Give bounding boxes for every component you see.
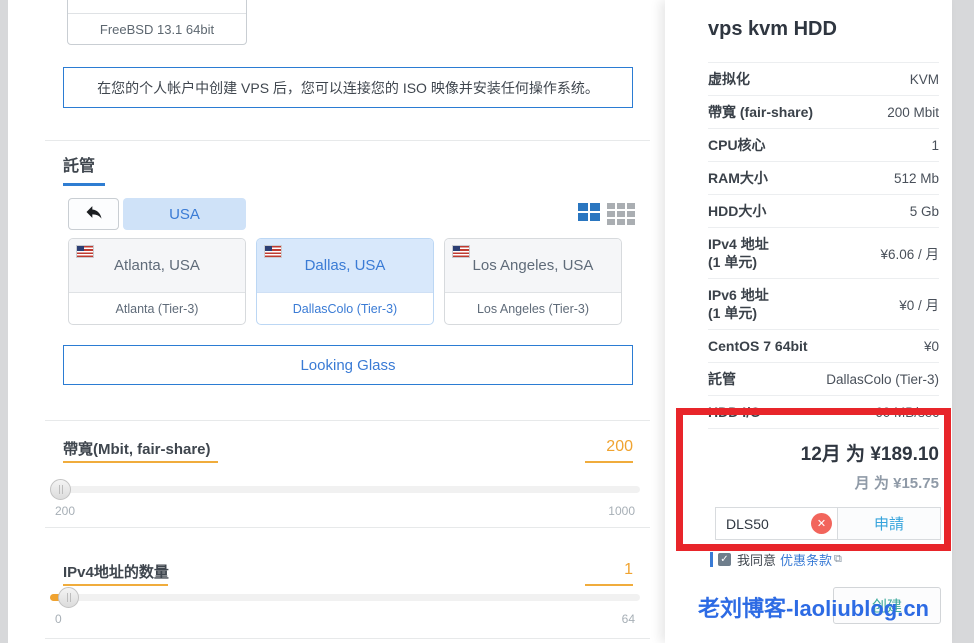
iso-info-text: 在您的个人帐户中创建 VPS 后，您可以连接您的 ISO 映像并安装任何操作系统…: [97, 78, 599, 98]
os-card-top: [68, 0, 246, 14]
summary-row: 帶寬 (fair-share)200 Mbit: [708, 95, 939, 128]
ipv4-slider-label: IPv4地址的数量: [63, 561, 169, 582]
us-flag-icon: [77, 246, 93, 257]
agree-accent-bar: [710, 552, 713, 567]
price-total: 12月 为 ¥189.10: [708, 439, 939, 466]
divider: [45, 140, 650, 141]
region-button-usa[interactable]: USA: [123, 198, 246, 230]
price-monthly: 月 为 ¥15.75: [708, 472, 939, 493]
location-card-dallas[interactable]: Dallas, USA DallasColo (Tier-3): [256, 238, 434, 325]
bandwidth-slider-label: 帶寬(Mbit, fair-share): [63, 438, 211, 459]
summary-row: IPv4 地址(1 单元) ¥6.06 / 月: [708, 227, 939, 278]
ipv4-value-underline: [585, 584, 633, 586]
coupon-clear-icon[interactable]: ✕: [811, 513, 832, 534]
os-card-label: FreeBSD 13.1 64bit: [68, 14, 246, 45]
bandwidth-slider-value: 200: [606, 438, 633, 456]
view-toggles: [578, 203, 635, 225]
summary-row: IPv6 地址(1 单元) ¥0 / 月: [708, 278, 939, 329]
location-datacenter: Atlanta (Tier-3): [69, 293, 245, 324]
plan-title: vps kvm HDD: [708, 18, 837, 41]
os-option-card[interactable]: FreeBSD 13.1 64bit: [67, 0, 247, 45]
location-city: Atlanta, USA: [114, 257, 200, 274]
agree-text: 我同意: [737, 550, 776, 569]
location-datacenter: Los Angeles (Tier-3): [445, 293, 621, 324]
location-datacenter: DallasColo (Tier-3): [257, 293, 433, 324]
back-button[interactable]: [68, 198, 119, 230]
summary-row: HDD大小5 Gb: [708, 194, 939, 227]
us-flag-icon: [265, 246, 281, 257]
ipv4-slider-value: 1: [624, 561, 633, 579]
grid-view-small-icon[interactable]: [607, 203, 635, 225]
watermark-text: 老刘博客-laoliublog.cn: [698, 591, 929, 623]
grid-view-large-icon[interactable]: [578, 203, 600, 221]
location-card-losangeles[interactable]: Los Angeles, USA Los Angeles (Tier-3): [444, 238, 622, 325]
terms-checkbox[interactable]: ✓: [718, 553, 731, 566]
summary-row: CPU核心1: [708, 128, 939, 161]
looking-glass-label: Looking Glass: [300, 357, 395, 374]
terms-link[interactable]: 优惠条款: [780, 550, 832, 569]
hosting-title-underline: [63, 183, 105, 186]
agree-terms-row: ✓ 我同意 优惠条款 ⧉: [710, 551, 842, 567]
summary-row: 虚拟化KVM: [708, 62, 939, 95]
location-cards: Atlanta, USA Atlanta (Tier-3) Dallas, US…: [68, 238, 632, 325]
back-arrow-icon: [84, 202, 104, 227]
bandwidth-slider-handle[interactable]: [50, 479, 71, 500]
bandwidth-label-underline: [63, 461, 218, 463]
bandwidth-value-underline: [585, 461, 633, 463]
order-summary-panel: vps kvm HDD 虚拟化KVM 帶寬 (fair-share)200 Mb…: [665, 0, 952, 643]
bandwidth-max-label: 1000: [608, 504, 635, 518]
location-card-atlanta[interactable]: Atlanta, USA Atlanta (Tier-3): [68, 238, 246, 325]
order-config-panel: FreeBSD 13.1 64bit 在您的个人帐户中创建 VPS 后，您可以连…: [8, 0, 665, 643]
coupon-group: ✕ 申請: [715, 507, 941, 540]
location-city: Los Angeles, USA: [473, 257, 594, 274]
summary-row: HDD I/O60 MB/sec: [708, 395, 939, 428]
summary-row: 託管DallasColo (Tier-3): [708, 362, 939, 395]
coupon-apply-button[interactable]: 申請: [837, 508, 940, 539]
bandwidth-slider-track[interactable]: [50, 486, 640, 493]
summary-rows: 虚拟化KVM 帶寬 (fair-share)200 Mbit CPU核心1 RA…: [708, 62, 939, 540]
hosting-section-title: 託管: [63, 152, 95, 176]
divider: [45, 638, 650, 639]
ipv4-slider-track[interactable]: [50, 594, 640, 601]
iso-info-alert: 在您的个人帐户中创建 VPS 后，您可以连接您的 ISO 映像并安装任何操作系统…: [63, 67, 633, 108]
location-city: Dallas, USA: [305, 257, 386, 274]
summary-row: CentOS 7 64bit¥0: [708, 329, 939, 362]
summary-row: RAM大小512 Mb: [708, 161, 939, 194]
bandwidth-min-label: 200: [55, 504, 75, 518]
divider: [45, 420, 650, 421]
ipv4-label-underline: [63, 584, 168, 586]
divider: [45, 527, 650, 528]
ipv4-max-label: 64: [622, 612, 635, 626]
price-block: 12月 为 ¥189.10 月 为 ¥15.75: [708, 428, 939, 493]
ipv4-min-label: 0: [55, 612, 62, 626]
looking-glass-button[interactable]: Looking Glass: [63, 345, 633, 385]
external-link-icon: ⧉: [834, 553, 842, 566]
region-button-label: USA: [169, 206, 200, 223]
us-flag-icon: [453, 246, 469, 257]
ipv4-slider-handle[interactable]: [58, 587, 79, 608]
